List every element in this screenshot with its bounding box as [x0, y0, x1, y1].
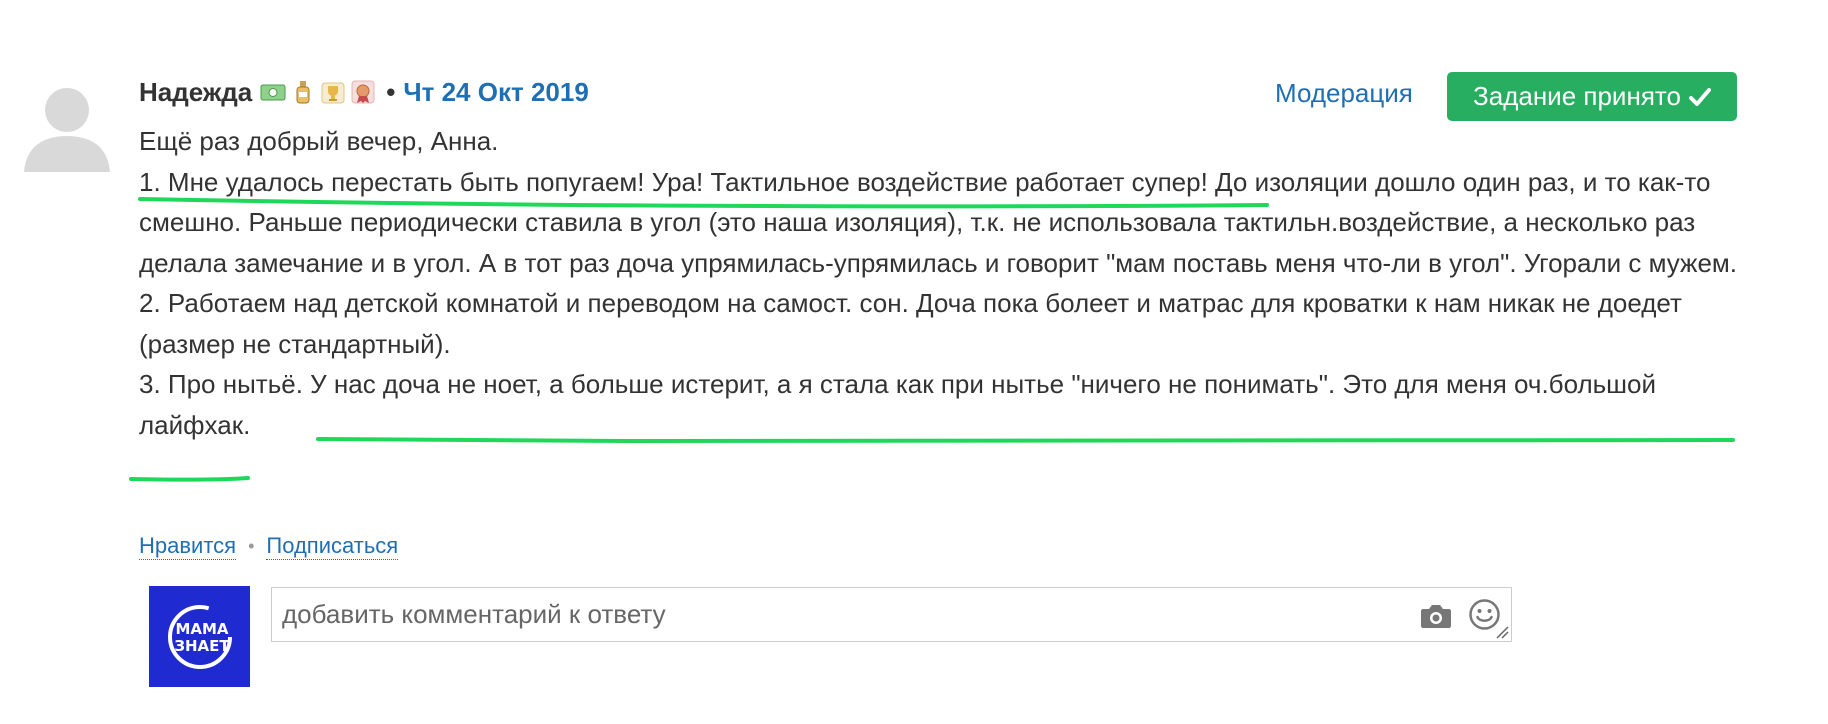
post-body: Ещё раз добрый вечер, Анна. 1. Мне удало…: [139, 121, 1739, 445]
logo-line-2: ЗНАЕТ: [174, 637, 230, 655]
comment-box: [271, 587, 1512, 642]
logo-line-1: МАМА: [175, 620, 228, 638]
post-paragraph: Ещё раз добрый вечер, Анна.: [139, 126, 499, 156]
comment-input[interactable]: [272, 588, 1402, 641]
answer-post: Надежда • Чт 24 Окт 2019 Модерация Задан…: [0, 0, 1828, 724]
author-avatar[interactable]: [20, 78, 114, 172]
highlight-underline: [129, 476, 250, 482]
camera-icon[interactable]: [1420, 601, 1452, 629]
resize-handle-icon[interactable]: [1495, 625, 1509, 639]
like-link[interactable]: Нравится: [139, 533, 237, 560]
money-badge-icon: [260, 84, 286, 101]
medal-badge-icon: [351, 80, 375, 104]
post-date[interactable]: Чт 24 Окт 2019: [403, 77, 588, 108]
actions-separator: •: [248, 536, 255, 556]
moderation-link[interactable]: Модерация: [1275, 78, 1413, 109]
author-name[interactable]: Надежда: [139, 77, 252, 108]
post-paragraph: 1. Мне удалось перестать быть попугаем! …: [139, 166, 1738, 278]
post-actions: Нравится • Подписаться: [139, 533, 399, 560]
current-user-avatar: МАМА ЗНАЕТ: [149, 586, 250, 687]
header-separator: •: [386, 76, 396, 107]
trophy-badge-icon: [321, 82, 345, 104]
mama-znaet-logo: МАМА ЗНАЕТ: [167, 604, 232, 669]
post-paragraph: 2. Работаем над детской комнатой и перев…: [139, 288, 1682, 359]
post-paragraph: 3. Про нытьё. У нас доча не ноет, а боль…: [139, 369, 1657, 440]
subscribe-link[interactable]: Подписаться: [266, 533, 399, 560]
task-accepted-label: Задание принято: [1473, 81, 1681, 111]
author-badges: [260, 79, 376, 105]
task-accepted-button[interactable]: Задание принято: [1447, 72, 1737, 121]
post-header: Надежда • Чт 24 Окт 2019: [139, 74, 589, 110]
checkmark-icon: [1688, 87, 1711, 106]
bottle-badge-icon: [296, 81, 310, 104]
